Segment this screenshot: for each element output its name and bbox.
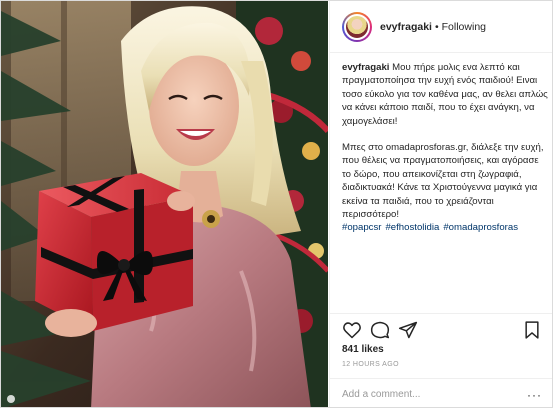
post-photo[interactable]	[1, 1, 328, 407]
post-header: evyfragaki • Following	[330, 1, 552, 53]
likes-count[interactable]: 841 likes	[342, 344, 384, 355]
action-icons	[342, 320, 542, 342]
avatar[interactable]	[342, 11, 372, 42]
caption-author-link[interactable]: evyfragaki	[342, 62, 389, 73]
comment-icon[interactable]	[370, 320, 390, 340]
separator-dot: •	[434, 20, 439, 33]
hashtag-link[interactable]: #opapcsr	[342, 222, 381, 233]
caption-paragraph-1: evyfragaki Μου πήρε μολις ενα λεπτό και …	[342, 61, 548, 128]
share-icon[interactable]	[398, 320, 418, 340]
hashtag-link[interactable]: #omadaprosforas	[443, 222, 518, 233]
header-text: evyfragaki • Following	[380, 21, 486, 33]
hashtag-list: #opapcsr #efhostolidia #omadaprosforas	[342, 221, 548, 234]
caption-paragraph-2: Μπες στο omadaprosforas.gr, διάλεξε την …	[342, 142, 544, 221]
avatar-image	[344, 13, 370, 40]
bookmark-icon[interactable]	[522, 320, 542, 340]
post-timestamp[interactable]: 12 HOURS AGO	[342, 361, 399, 368]
instagram-post: evyfragaki • Following evyfragaki Μου πήρε…	[0, 0, 553, 408]
post-caption: evyfragaki Μου πήρε μολις ενα λεπτό και …	[342, 61, 548, 248]
post-panel: evyfragaki • Following evyfragaki Μου πήρε…	[329, 1, 552, 407]
heart-icon[interactable]	[342, 320, 362, 340]
username-link[interactable]: evyfragaki	[380, 21, 432, 33]
hashtag-link[interactable]: #efhostolidia	[385, 222, 439, 233]
photo-illustration	[1, 1, 328, 407]
comment-box: ···	[330, 378, 552, 407]
more-options-icon[interactable]: ···	[527, 388, 542, 402]
comment-input[interactable]	[342, 389, 527, 400]
post-actions: 841 likes 12 HOURS AGO ···	[330, 313, 552, 407]
following-button[interactable]: Following	[442, 21, 486, 33]
